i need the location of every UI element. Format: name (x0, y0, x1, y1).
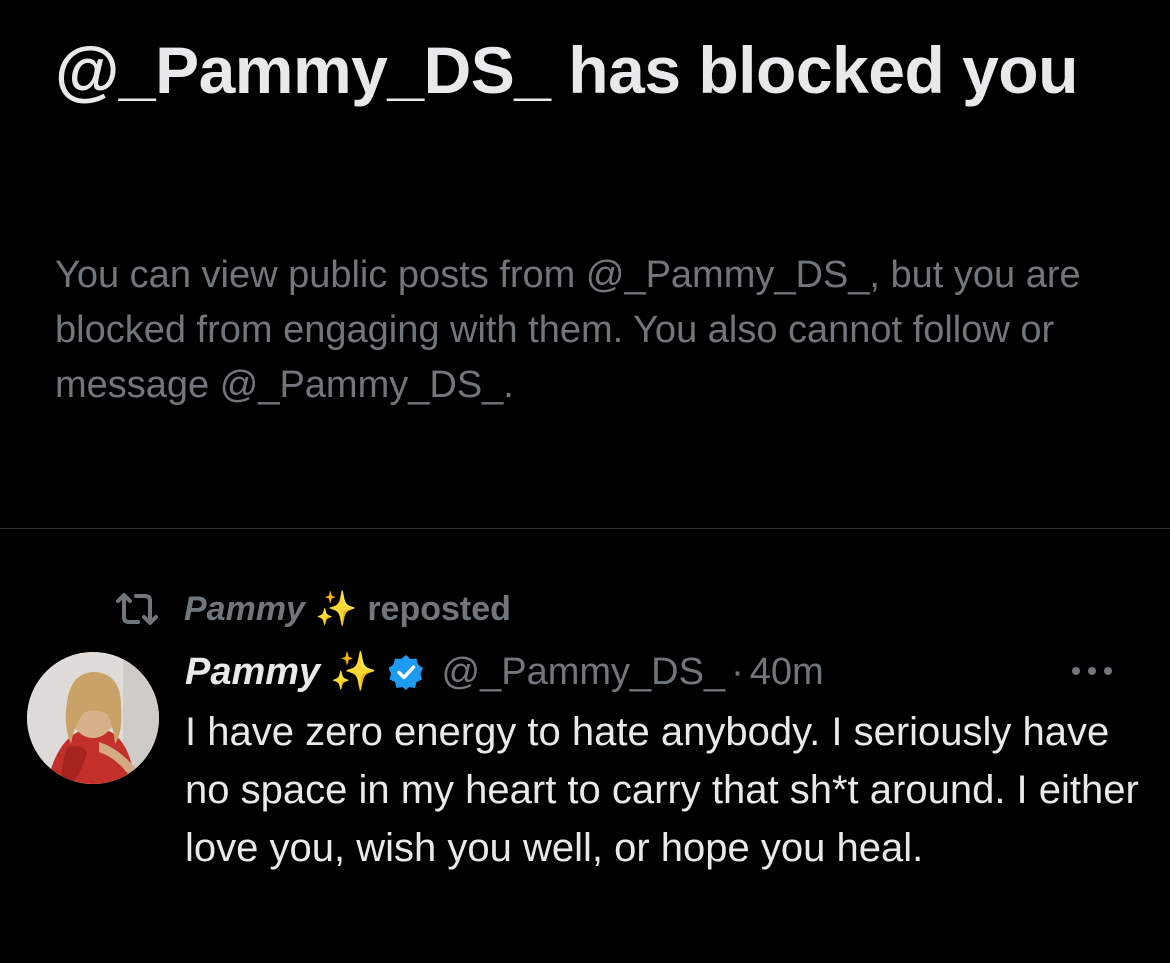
separator-dot: · (731, 650, 744, 693)
sparkle-emoji: ✨ (314, 590, 358, 628)
more-horizontal-icon[interactable] (1067, 656, 1117, 686)
blocked-title: @_Pammy_DS_ has blocked you (55, 33, 1078, 107)
blocked-description: You can view public posts from @_Pammy_D… (55, 254, 1081, 406)
tweet-header: Pammy ✨ @_Pammy_DS_ · 40m (185, 646, 1145, 698)
divider (0, 528, 1170, 529)
repost-label: reposted (367, 589, 511, 628)
display-name[interactable]: Pammy (185, 651, 320, 694)
profile-photo (27, 652, 159, 784)
verified-badge-icon[interactable] (388, 654, 424, 690)
repost-icon (116, 593, 158, 625)
timestamp[interactable]: 40m (750, 651, 824, 694)
user-handle[interactable]: @_Pammy_DS_ (442, 651, 726, 694)
repost-context: Pammy ✨ reposted (114, 584, 511, 634)
sparkle-emoji: ✨ (330, 651, 378, 693)
repost-user-name[interactable]: Pammy (184, 590, 305, 629)
tweet-text: I have zero energy to hate anybody. I se… (185, 710, 1139, 870)
avatar[interactable] (27, 652, 159, 784)
blocked-header: @_Pammy_DS_ has blocked you (55, 32, 1135, 108)
